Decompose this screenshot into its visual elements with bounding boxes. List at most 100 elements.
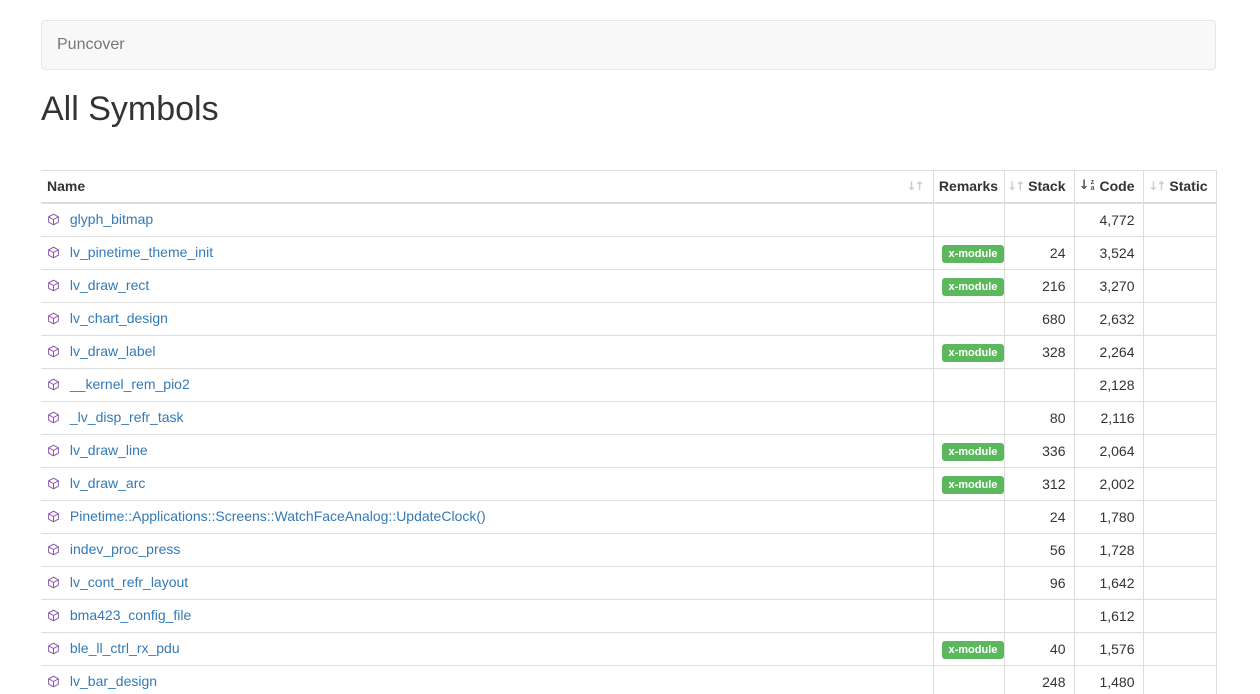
stack-cell: 40: [1004, 632, 1074, 665]
code-cell: 2,064: [1074, 434, 1143, 467]
static-cell: [1143, 665, 1216, 694]
remarks-cell: [933, 401, 1004, 434]
navbar-brand[interactable]: Puncover: [42, 20, 140, 70]
column-header-stack[interactable]: ↓↑ Stack: [1004, 171, 1074, 203]
symbol-link[interactable]: lv_draw_rect: [70, 277, 149, 293]
stack-cell: 680: [1004, 302, 1074, 335]
remarks-cell: x-module: [933, 467, 1004, 500]
symbol-name-cell: glyph_bitmap: [41, 203, 933, 237]
static-cell: [1143, 500, 1216, 533]
symbol-link[interactable]: lv_bar_design: [70, 673, 157, 689]
symbol-name-cell: __kernel_rem_pio2: [41, 368, 933, 401]
table-row: lv_draw_line x-module 336 2,064: [41, 434, 1216, 467]
cube-icon: [47, 277, 60, 297]
symbol-name-cell: _lv_disp_refr_task: [41, 401, 933, 434]
sort-both-icon: ↓↑: [1007, 179, 1023, 193]
remarks-cell: [933, 533, 1004, 566]
code-cell: 2,632: [1074, 302, 1143, 335]
remarks-cell: [933, 302, 1004, 335]
column-header-stack-label: Stack: [1028, 178, 1065, 194]
symbol-link[interactable]: lv_pinetime_theme_init: [70, 244, 213, 260]
static-cell: [1143, 302, 1216, 335]
symbol-link[interactable]: bma423_config_file: [70, 607, 191, 623]
remarks-cell: [933, 665, 1004, 694]
stack-cell: 248: [1004, 665, 1074, 694]
remarks-cell: [933, 203, 1004, 237]
code-cell: 1,642: [1074, 566, 1143, 599]
cube-icon: [47, 310, 60, 330]
code-cell: 3,524: [1074, 236, 1143, 269]
table-row: __kernel_rem_pio2 2,128: [41, 368, 1216, 401]
code-cell: 1,612: [1074, 599, 1143, 632]
symbol-link[interactable]: ble_ll_ctrl_rx_pdu: [70, 640, 180, 656]
code-cell: 2,128: [1074, 368, 1143, 401]
remarks-cell: x-module: [933, 269, 1004, 302]
remarks-cell: [933, 500, 1004, 533]
cube-icon: [47, 640, 60, 660]
static-cell: [1143, 401, 1216, 434]
symbol-link[interactable]: __kernel_rem_pio2: [70, 376, 190, 392]
x-module-badge: x-module: [942, 278, 1005, 296]
static-cell: [1143, 203, 1216, 237]
column-header-code-label: Code: [1100, 178, 1135, 194]
page-title: All Symbols: [41, 90, 1216, 128]
symbol-name-cell: Pinetime::Applications::Screens::WatchFa…: [41, 500, 933, 533]
symbol-link[interactable]: lv_draw_label: [70, 343, 156, 359]
stack-cell: 24: [1004, 500, 1074, 533]
static-cell: [1143, 434, 1216, 467]
symbol-link[interactable]: Pinetime::Applications::Screens::WatchFa…: [70, 508, 486, 524]
symbol-link[interactable]: indev_proc_press: [70, 541, 181, 557]
page-container: Puncover All Symbols Name ↓↑ Remarks: [41, 20, 1216, 694]
x-module-badge: x-module: [942, 344, 1005, 362]
stack-cell: 336: [1004, 434, 1074, 467]
cube-icon: [47, 508, 60, 528]
stack-cell: 80: [1004, 401, 1074, 434]
symbol-name-cell: lv_pinetime_theme_init: [41, 236, 933, 269]
table-row: _lv_disp_refr_task 80 2,116: [41, 401, 1216, 434]
table-row: indev_proc_press 56 1,728: [41, 533, 1216, 566]
code-cell: 1,480: [1074, 665, 1143, 694]
table-row: lv_bar_design 248 1,480: [41, 665, 1216, 694]
symbol-name-cell: lv_cont_refr_layout: [41, 566, 933, 599]
x-module-badge: x-module: [942, 476, 1005, 494]
symbol-link[interactable]: lv_draw_arc: [70, 475, 145, 491]
code-cell: 2,002: [1074, 467, 1143, 500]
cube-icon: [47, 343, 60, 363]
cube-icon: [47, 244, 60, 264]
column-header-remarks-label: Remarks: [939, 178, 998, 194]
symbol-link[interactable]: lv_chart_design: [70, 310, 168, 326]
cube-icon: [47, 673, 60, 693]
stack-cell: 328: [1004, 335, 1074, 368]
remarks-cell: x-module: [933, 434, 1004, 467]
code-cell: 1,780: [1074, 500, 1143, 533]
static-cell: [1143, 269, 1216, 302]
cube-icon: [47, 409, 60, 429]
symbol-name-cell: lv_draw_label: [41, 335, 933, 368]
cube-icon: [47, 574, 60, 594]
sort-desc-za-icon: ↓za: [1079, 180, 1095, 192]
symbol-link[interactable]: _lv_disp_refr_task: [70, 409, 184, 425]
cube-icon: [47, 211, 60, 231]
symbols-table-header: Name ↓↑ Remarks ↓↑ Stack: [41, 171, 1216, 203]
cube-icon: [47, 475, 60, 495]
column-header-code[interactable]: ↓za Code: [1074, 171, 1143, 203]
remarks-cell: x-module: [933, 236, 1004, 269]
column-header-name[interactable]: Name ↓↑: [41, 171, 933, 203]
symbol-name-cell: lv_bar_design: [41, 665, 933, 694]
symbols-table: Name ↓↑ Remarks ↓↑ Stack: [41, 170, 1217, 694]
x-module-badge: x-module: [942, 641, 1005, 659]
symbol-link[interactable]: lv_cont_refr_layout: [70, 574, 188, 590]
sort-both-icon: ↓↑: [906, 179, 922, 193]
remarks-cell: [933, 599, 1004, 632]
static-cell: [1143, 566, 1216, 599]
symbol-link[interactable]: lv_draw_line: [70, 442, 148, 458]
column-header-static[interactable]: ↓↑ Static: [1143, 171, 1216, 203]
symbol-link[interactable]: glyph_bitmap: [70, 211, 153, 227]
symbol-name-cell: lv_draw_arc: [41, 467, 933, 500]
remarks-cell: x-module: [933, 632, 1004, 665]
column-header-name-label: Name: [47, 178, 85, 194]
remarks-cell: [933, 566, 1004, 599]
code-cell: 1,576: [1074, 632, 1143, 665]
remarks-cell: x-module: [933, 335, 1004, 368]
symbol-name-cell: lv_chart_design: [41, 302, 933, 335]
